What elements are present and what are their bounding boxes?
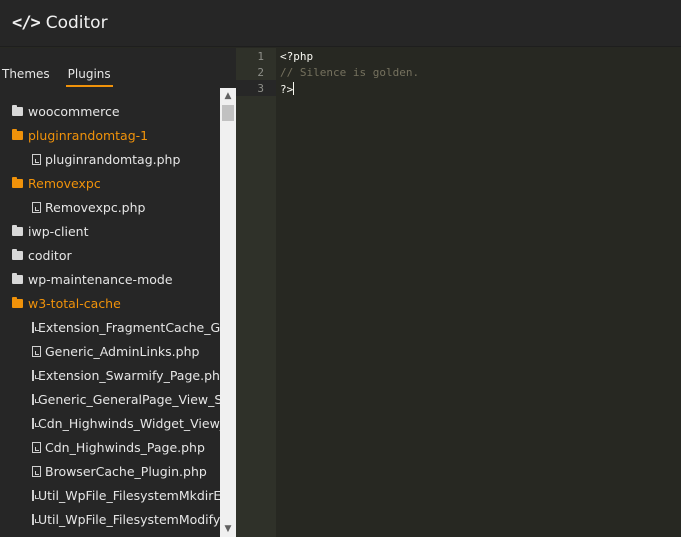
- tab-plugins[interactable]: Plugins: [65, 67, 113, 87]
- file-label: Util_WpFile_FilesystemMkdirEx: [38, 487, 220, 503]
- tree-file[interactable]: ObjectCache_WpObjectCache: [0, 531, 220, 537]
- tree-file[interactable]: Extension_FragmentCache_Ge: [0, 315, 220, 339]
- php-file-icon: [32, 153, 41, 165]
- line-number: 2: [257, 66, 264, 79]
- folder-open-icon: [12, 176, 23, 188]
- php-file-icon: [32, 441, 41, 453]
- tree-file[interactable]: Removexpc.php: [0, 195, 220, 219]
- code-line[interactable]: // Silence is golden.: [280, 66, 419, 79]
- tree-folder[interactable]: coditor: [0, 243, 220, 267]
- tree-folder[interactable]: woocommerce: [0, 99, 220, 123]
- tree-file[interactable]: pluginrandomtag.php: [0, 147, 220, 171]
- file-label: BrowserCache_Plugin.php: [45, 463, 207, 479]
- sidebar-scrollbar[interactable]: ▲ ▼: [220, 88, 236, 537]
- code-line[interactable]: <?php: [280, 50, 313, 63]
- tree-file[interactable]: Generic_GeneralPage_View_Sh: [0, 387, 220, 411]
- file-sidebar: Themes Plugins woocommerce pluginrandomta…: [0, 48, 236, 537]
- tree-file[interactable]: Extension_Swarmify_Page.php: [0, 363, 220, 387]
- php-file-icon: [32, 513, 39, 525]
- file-label: Cdn_Highwinds_Widget_View_: [38, 415, 220, 431]
- php-file-icon: [32, 417, 39, 429]
- text-cursor: [293, 82, 295, 95]
- tree-folder[interactable]: Removexpc: [0, 171, 220, 195]
- folder-label: w3-total-cache: [28, 295, 121, 311]
- php-file-icon: [32, 345, 41, 357]
- sidebar-tabs: Themes Plugins: [0, 48, 127, 88]
- php-file-icon: [32, 201, 41, 213]
- php-file-icon: [32, 465, 41, 477]
- folder-label: pluginrandomtag-1: [28, 127, 149, 143]
- file-label: pluginrandomtag.php: [45, 151, 181, 167]
- folder-label: wp-maintenance-mode: [28, 271, 173, 287]
- folder-label: woocommerce: [28, 103, 120, 119]
- file-label: Util_WpFile_FilesystemModifyE: [38, 511, 220, 527]
- file-label: Extension_FragmentCache_Ge: [38, 319, 220, 335]
- folder-open-icon: [12, 296, 23, 308]
- line-number: 1: [257, 50, 264, 63]
- tree-folder[interactable]: iwp-client: [0, 219, 220, 243]
- folder-icon: [12, 104, 23, 116]
- folder-icon: [12, 272, 23, 284]
- file-tree: woocommerce pluginrandomtag-1 pluginrandom…: [0, 99, 220, 537]
- scroll-thumb[interactable]: [222, 105, 234, 121]
- tree-file[interactable]: Util_WpFile_FilesystemMkdirEx: [0, 483, 220, 507]
- file-label: Cdn_Highwinds_Page.php: [45, 439, 205, 455]
- folder-label: coditor: [28, 247, 72, 263]
- folder-label: Removexpc: [28, 175, 101, 191]
- php-file-icon: [32, 321, 39, 333]
- code-line[interactable]: ?>: [280, 82, 295, 96]
- folder-label: iwp-client: [28, 223, 89, 239]
- php-file-icon: [32, 369, 39, 381]
- active-line-highlight: [236, 80, 276, 96]
- file-label: Removexpc.php: [45, 199, 146, 215]
- php-file-icon: [32, 489, 39, 501]
- file-label: Generic_GeneralPage_View_Sh: [38, 391, 220, 407]
- tree-file[interactable]: Cdn_Highwinds_Page.php: [0, 435, 220, 459]
- scroll-down-icon[interactable]: ▼: [220, 521, 236, 537]
- php-file-icon: [32, 393, 39, 405]
- app-header: </> Coditor: [0, 0, 681, 47]
- tab-themes[interactable]: Themes: [0, 67, 52, 87]
- tree-file[interactable]: Util_WpFile_FilesystemModifyE: [0, 507, 220, 531]
- folder-open-icon: [12, 128, 23, 140]
- file-label: Extension_Swarmify_Page.php: [38, 367, 220, 383]
- tree-folder[interactable]: w3-total-cache: [0, 291, 220, 315]
- tree-folder[interactable]: pluginrandomtag-1: [0, 123, 220, 147]
- tree-folder[interactable]: wp-maintenance-mode: [0, 267, 220, 291]
- code-editor[interactable]: <?php // Silence is golden. ?>: [280, 48, 681, 537]
- scroll-up-icon[interactable]: ▲: [220, 88, 236, 104]
- tree-file[interactable]: Generic_AdminLinks.php: [0, 339, 220, 363]
- folder-icon: [12, 248, 23, 260]
- line-number: 3: [257, 82, 264, 95]
- folder-icon: [12, 224, 23, 236]
- tree-file[interactable]: Cdn_Highwinds_Widget_View_: [0, 411, 220, 435]
- line-gutter: 1 2 3: [236, 48, 276, 537]
- app-title: Coditor: [45, 13, 108, 33]
- file-label: Generic_AdminLinks.php: [45, 343, 200, 359]
- code-icon: </>: [12, 13, 41, 33]
- tree-file[interactable]: BrowserCache_Plugin.php: [0, 459, 220, 483]
